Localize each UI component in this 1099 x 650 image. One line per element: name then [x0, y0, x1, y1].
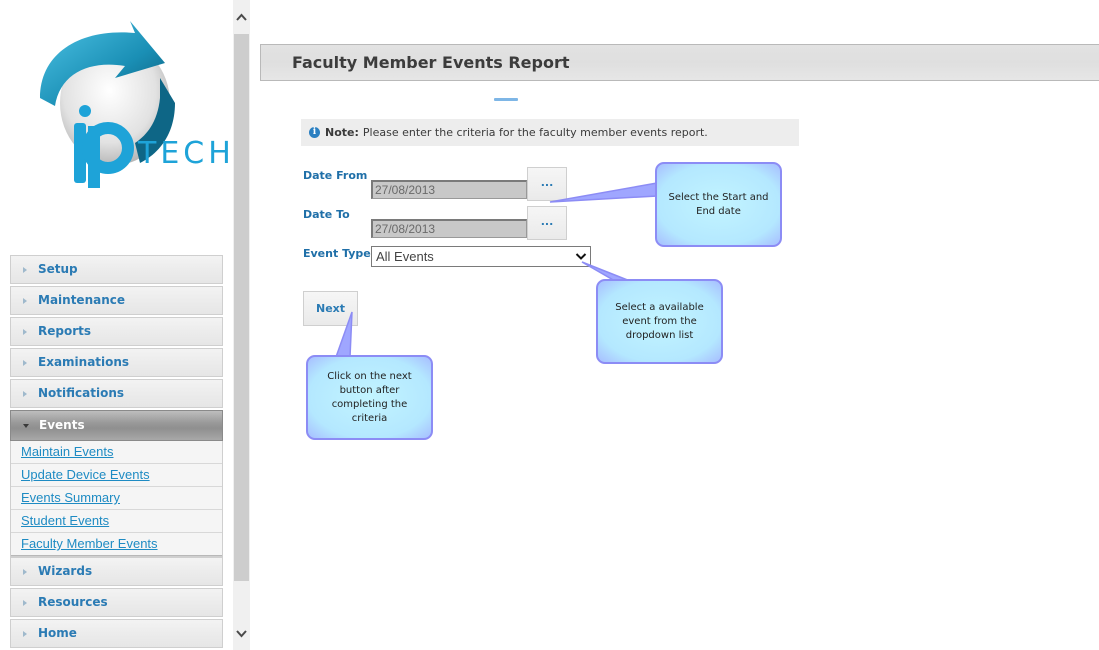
date-from-picker-button[interactable]: ...: [527, 167, 567, 201]
sidebar-item-label: Reports: [38, 324, 92, 338]
sidebar-scrollbar[interactable]: [233, 0, 250, 650]
page-header: Faculty Member Events Report: [260, 44, 1099, 81]
note-text: Please enter the criteria for the facult…: [362, 126, 708, 139]
sidebar-item-label: Maintenance: [38, 293, 126, 307]
expand-triangle-icon: [23, 630, 27, 637]
expand-triangle-icon: [23, 568, 27, 575]
date-from-label: Date From: [303, 169, 368, 182]
sidebar-item-label: Setup: [38, 262, 78, 276]
sidebar-item-label: Wizards: [38, 564, 93, 578]
submenu-item: Update Device Events: [11, 464, 222, 487]
note-label: Note:: [325, 126, 359, 139]
sidebar-item-label: Resources: [38, 595, 108, 609]
sidebar-item-reports[interactable]: Reports: [10, 317, 223, 346]
svg-text:TECH: TECH: [137, 136, 235, 171]
sidebar-item-wizards[interactable]: Wizards: [10, 557, 223, 586]
sidebar-item-label: Notifications: [38, 386, 125, 400]
date-to-picker-button[interactable]: ...: [527, 206, 567, 240]
page-title: Faculty Member Events Report: [292, 53, 570, 72]
events-submenu: Maintain Events Update Device Events Eve…: [10, 441, 223, 557]
sidebar-item-resources[interactable]: Resources: [10, 588, 223, 617]
submenu-item: Faculty Member Events: [11, 533, 222, 556]
expand-triangle-icon: [23, 359, 27, 366]
chevron-down-icon: [575, 247, 587, 271]
date-to-label: Date To: [303, 208, 350, 221]
event-type-select[interactable]: All Events: [371, 246, 591, 267]
callout-event-text: Select a available event from the dropdo…: [615, 301, 704, 341]
date-from-input[interactable]: [371, 180, 527, 199]
tab-indicator: [494, 98, 518, 101]
iptech-logo: TECH: [30, 18, 235, 198]
expand-triangle-icon: [23, 328, 27, 335]
sidebar-item-label: Examinations: [38, 355, 130, 369]
scroll-thumb[interactable]: [234, 34, 249, 581]
student-events-link[interactable]: Student Events: [21, 513, 109, 528]
sidebar-item-examinations[interactable]: Examinations: [10, 348, 223, 377]
callout-next-text: Click on the next button after completin…: [327, 370, 412, 424]
sidebar-item-label: Events: [39, 418, 85, 432]
scroll-down-button[interactable]: [233, 617, 250, 650]
sidebar-item-maintenance[interactable]: Maintenance: [10, 286, 223, 315]
sidebar: TECH Setup Maintenance Reports Examinati…: [0, 0, 233, 650]
submenu-item: Student Events: [11, 510, 222, 533]
submenu-item: Maintain Events: [11, 441, 222, 464]
expand-triangle-icon: [23, 599, 27, 606]
note-banner: i Note: Please enter the criteria for th…: [301, 119, 799, 146]
event-type-selected-value: All Events: [376, 249, 434, 264]
sidebar-item-notifications[interactable]: Notifications: [10, 379, 223, 408]
sidebar-item-events[interactable]: Events: [10, 410, 223, 441]
date-to-input[interactable]: [371, 219, 527, 238]
expand-triangle-icon: [23, 266, 27, 273]
expand-triangle-icon: [23, 390, 27, 397]
faculty-member-events-link[interactable]: Faculty Member Events: [21, 536, 158, 551]
callout-dates-text: Select the Start and End date: [668, 191, 769, 217]
next-button[interactable]: Next: [303, 291, 358, 326]
events-summary-link[interactable]: Events Summary: [21, 490, 120, 505]
chevron-up-icon: [236, 13, 247, 21]
submenu-item: Events Summary: [11, 487, 222, 510]
scroll-up-button[interactable]: [233, 0, 250, 33]
expand-triangle-icon: [23, 297, 27, 304]
maintain-events-link[interactable]: Maintain Events: [21, 444, 114, 459]
chevron-down-icon: [236, 629, 247, 637]
info-icon: i: [309, 127, 320, 138]
event-type-label: Event Type: [303, 247, 371, 260]
sidebar-item-setup[interactable]: Setup: [10, 255, 223, 284]
update-device-events-link[interactable]: Update Device Events: [21, 467, 150, 482]
sidebar-item-home[interactable]: Home: [10, 619, 223, 648]
sidebar-item-label: Home: [38, 626, 77, 640]
collapse-triangle-icon: [23, 423, 29, 428]
logo-graphic-icon: TECH: [40, 21, 235, 188]
